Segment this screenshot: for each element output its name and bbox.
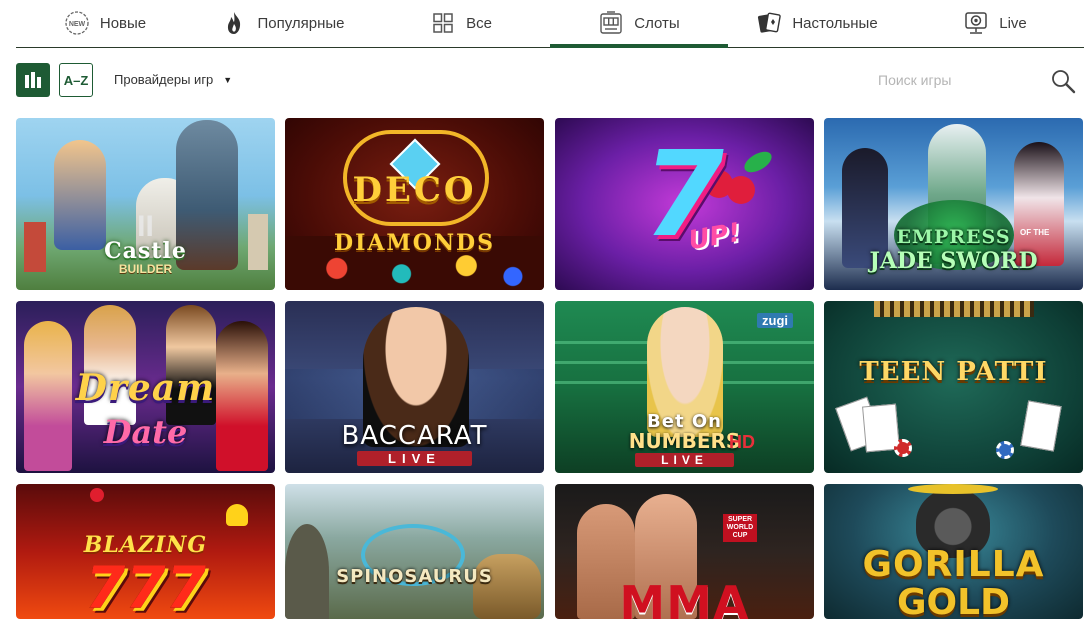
- tab-slots-label: Слоты: [634, 14, 680, 32]
- game-title: TEEN PATTI: [859, 357, 1048, 387]
- search-icon[interactable]: [1050, 68, 1076, 94]
- tab-popular[interactable]: Популярные: [194, 0, 372, 46]
- tab-live-label: Live: [999, 14, 1027, 32]
- tab-popular-label: Популярные: [257, 14, 345, 32]
- game-subtitle: GOLD: [897, 582, 1010, 619]
- event-badge: SUPER WORLD CUP: [723, 514, 757, 542]
- webcam-icon: [963, 10, 989, 36]
- game-title: DECO: [352, 170, 477, 210]
- grid-icon: [430, 10, 456, 36]
- svg-text:NEW: NEW: [69, 21, 86, 28]
- game-card-spinosaurus[interactable]: SPINOSAURUS: [285, 484, 544, 619]
- games-toolbar: A–Z Провайдеры игр ▼: [16, 63, 1078, 97]
- game-title: MMA: [619, 576, 750, 619]
- game-numeral: II: [137, 210, 154, 243]
- bar-chart-icon: [25, 72, 41, 88]
- game-card-mma[interactable]: SUPER WORLD CUP MMA: [555, 484, 814, 619]
- slot-machine-icon: [598, 10, 624, 36]
- new-badge-icon: NEW: [64, 10, 90, 36]
- tab-table-games[interactable]: Настольные: [728, 0, 906, 46]
- game-title: Dream: [75, 367, 216, 409]
- tab-all-label: Все: [466, 14, 492, 32]
- live-tag: LIVE: [635, 453, 734, 467]
- providers-label: Провайдеры игр: [114, 72, 214, 87]
- category-tabs: NEW Новые Популярные Все Слоты Настольны…: [16, 0, 1084, 48]
- providers-dropdown[interactable]: Провайдеры игр ▼: [114, 72, 232, 87]
- game-card-7-up[interactable]: 7 UP!: [555, 118, 814, 290]
- game-card-gorilla-gold[interactable]: GORILLA GOLD: [824, 484, 1083, 619]
- game-subtitle: DIAMONDS: [333, 230, 496, 256]
- game-title: SPINOSAURUS: [336, 566, 493, 587]
- alphabetical-sort-button[interactable]: A–Z: [59, 63, 93, 97]
- game-subtitle: Date: [103, 413, 188, 451]
- chevron-down-icon: ▼: [223, 74, 233, 85]
- popular-sort-button[interactable]: [16, 63, 50, 97]
- game-subtitle: JADE SWORD: [869, 248, 1038, 274]
- game-card-blazing-777[interactable]: BLAZING 777: [16, 484, 275, 619]
- game-subtitle: LIVE: [357, 451, 472, 466]
- game-card-deco-diamonds[interactable]: DECO DIAMONDS: [285, 118, 544, 290]
- tab-slots[interactable]: Слоты: [550, 0, 728, 48]
- game-subtitle: BUILDER: [118, 262, 173, 276]
- game-card-teen-patti[interactable]: TEEN PATTI: [824, 301, 1083, 473]
- game-subtitle: NUMBERS: [628, 429, 741, 453]
- search-input[interactable]: [878, 67, 1038, 93]
- tab-all[interactable]: Все: [372, 0, 550, 46]
- playing-cards-icon: [756, 10, 782, 36]
- game-subtitle: 777: [84, 554, 207, 619]
- game-card-dream-date[interactable]: Dream Date: [16, 301, 275, 473]
- game-card-bet-on-numbers-hd[interactable]: zugi Bet On NUMBERS HD LIVE: [555, 301, 814, 473]
- tab-table-games-label: Настольные: [792, 14, 878, 32]
- game-title: GORILLA: [862, 544, 1045, 585]
- tab-new[interactable]: NEW Новые: [16, 0, 194, 46]
- game-small-text: OF THE: [1020, 228, 1050, 237]
- tab-live[interactable]: Live: [906, 0, 1084, 46]
- game-suffix: HD: [729, 432, 755, 452]
- game-card-castle-builder[interactable]: Castle BUILDER II: [16, 118, 275, 290]
- game-title: BACCARAT: [341, 421, 488, 451]
- tab-new-label: Новые: [99, 14, 147, 32]
- flame-icon: [221, 10, 247, 36]
- game-card-baccarat-live[interactable]: BACCARAT LIVE: [285, 301, 544, 473]
- provider-brand: zugi: [757, 313, 793, 328]
- game-card-empress-jade-sword[interactable]: EMPRESS JADE SWORD OF THE: [824, 118, 1083, 290]
